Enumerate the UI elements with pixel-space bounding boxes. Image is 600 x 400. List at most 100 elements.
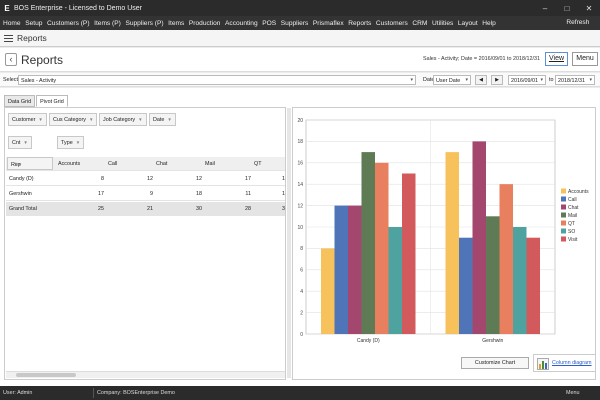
menu-item-layout[interactable]: Layout bbox=[458, 20, 478, 27]
column-header[interactable]: Mail bbox=[205, 161, 215, 167]
menu-item-accounting[interactable]: Accounting bbox=[225, 20, 258, 27]
table-cell: 1 bbox=[282, 191, 285, 197]
status-menu-button[interactable]: Menu bbox=[566, 390, 580, 396]
column-chart: 0 2 4 6 8 10 12 14 16 18 20 Candy (D) Gershwin Accoun… bbox=[297, 118, 589, 344]
chart-type-button[interactable]: Column diagram bbox=[533, 354, 596, 372]
filter-icon[interactable]: ▼ bbox=[138, 117, 142, 122]
section-bar: Reports bbox=[0, 30, 600, 47]
column-chart-icon bbox=[537, 358, 549, 370]
field-label: Type bbox=[61, 140, 73, 146]
menu-item-production[interactable]: Production bbox=[189, 20, 221, 27]
bar bbox=[459, 237, 473, 334]
report-select[interactable]: Sales - Activity ▾ bbox=[18, 75, 416, 85]
legend-label: Mail bbox=[568, 213, 577, 219]
filter-icon[interactable]: ▼ bbox=[167, 117, 171, 122]
sort-filter-icon[interactable]: ⇅▼ bbox=[14, 162, 22, 168]
menu-item-items[interactable]: Items bbox=[168, 20, 184, 27]
date-field-select[interactable]: User Date ▾ bbox=[433, 75, 471, 85]
customize-chart-button[interactable]: Customize Chart bbox=[461, 357, 529, 369]
menu-item-suppliers[interactable]: Suppliers bbox=[281, 20, 309, 27]
bar bbox=[375, 162, 389, 334]
pivot-header-row: Rep ⇅▼ Accounts Call Chat Mail QT bbox=[6, 157, 285, 171]
chevron-down-icon: ▾ bbox=[589, 77, 592, 83]
column-header[interactable]: QT bbox=[254, 161, 262, 167]
pivot-field-customer[interactable]: Customer ▼ bbox=[8, 113, 47, 126]
bar bbox=[445, 152, 459, 334]
horizontal-scrollbar[interactable] bbox=[6, 371, 285, 378]
table-cell: 25 bbox=[98, 206, 104, 212]
date-to-field[interactable]: 2018/12/31 ▾ bbox=[555, 75, 595, 85]
filter-bar: Select Sales - Activity ▾ Date User Date… bbox=[0, 73, 600, 87]
menu-item-help[interactable]: Help bbox=[482, 20, 496, 27]
table-cell: 8 bbox=[101, 176, 104, 182]
table-row[interactable]: Gershwin 17 9 18 11 1 bbox=[6, 187, 285, 201]
legend-label: Chat bbox=[568, 205, 579, 211]
menu-button[interactable]: Menu bbox=[572, 52, 598, 66]
view-button[interactable]: View bbox=[545, 52, 568, 66]
bar bbox=[486, 216, 500, 334]
column-header[interactable]: Call bbox=[108, 161, 117, 167]
table-cell: 28 bbox=[245, 206, 251, 212]
filter-icon[interactable]: ▼ bbox=[89, 117, 93, 122]
field-label: Customer bbox=[12, 117, 36, 123]
legend-label: Accounts bbox=[568, 189, 589, 195]
field-label: Job Category bbox=[103, 117, 136, 123]
back-button[interactable]: ‹ bbox=[5, 53, 17, 66]
filter-icon[interactable]: ▼ bbox=[38, 117, 42, 122]
tab-pivot-grid[interactable]: Pivot Grid bbox=[36, 95, 68, 107]
scrollbar-thumb[interactable] bbox=[16, 373, 76, 377]
chevron-down-icon: ▾ bbox=[540, 77, 543, 83]
column-header[interactable]: Chat bbox=[156, 161, 167, 167]
menu-item-pos[interactable]: POS bbox=[262, 20, 276, 27]
menu-item-utilities[interactable]: Utilities bbox=[432, 20, 453, 27]
pivot-data-field-cnt[interactable]: Cnt ▼ bbox=[8, 136, 32, 149]
table-row[interactable]: Candy (D) 8 12 12 17 1 bbox=[6, 172, 285, 186]
menu-item-items-p[interactable]: Items (P) bbox=[94, 20, 121, 27]
tab-data-grid[interactable]: Data Grid bbox=[4, 95, 36, 107]
menu-item-prismaflex[interactable]: Prismaflex bbox=[313, 20, 344, 27]
column-header[interactable]: Accounts bbox=[58, 161, 80, 167]
pivot-row-field-rep[interactable]: Rep ⇅▼ bbox=[7, 157, 53, 170]
close-icon[interactable]: ✕ bbox=[578, 4, 600, 13]
bar bbox=[472, 141, 486, 334]
hamburger-menu-icon[interactable] bbox=[4, 34, 13, 42]
menu-item-customers-p[interactable]: Customers (P) bbox=[47, 20, 90, 27]
pivot-field-date[interactable]: Date ▼ bbox=[149, 113, 176, 126]
legend-swatch bbox=[561, 236, 566, 242]
maximize-icon[interactable]: □ bbox=[556, 4, 578, 13]
bar bbox=[321, 248, 335, 334]
next-period-button[interactable]: ▶ bbox=[491, 75, 503, 85]
field-label: Cnt bbox=[12, 140, 21, 146]
refresh-button[interactable]: Refresh bbox=[566, 19, 589, 26]
table-cell: 9 bbox=[150, 191, 153, 197]
filter-icon[interactable]: ▼ bbox=[23, 140, 27, 145]
y-tick-label: 0 bbox=[300, 332, 303, 338]
menu-item-home[interactable]: Home bbox=[3, 20, 21, 27]
row-label: Gershwin bbox=[9, 191, 32, 197]
table-cell: 1 bbox=[282, 176, 285, 182]
table-cell: 18 bbox=[196, 191, 202, 197]
date-from-field[interactable]: 2016/09/01 ▾ bbox=[508, 75, 546, 85]
menu-item-suppliers-p[interactable]: Suppliers (P) bbox=[125, 20, 163, 27]
legend-swatch bbox=[561, 196, 566, 202]
menu-item-reports[interactable]: Reports bbox=[348, 20, 371, 27]
pane-splitter[interactable] bbox=[287, 108, 291, 378]
minimize-icon[interactable]: – bbox=[534, 4, 556, 13]
date-from-value: 2016/09/01 bbox=[511, 78, 538, 84]
y-tick-label: 6 bbox=[300, 268, 303, 274]
pivot-field-job-category[interactable]: Job Category ▼ bbox=[99, 113, 147, 126]
filter-icon[interactable]: ▼ bbox=[76, 140, 80, 145]
grand-total-row[interactable]: Grand Total 25 21 30 28 3 bbox=[6, 202, 285, 216]
app-logo-icon: E bbox=[4, 3, 10, 13]
chevron-down-icon: ▾ bbox=[465, 77, 468, 83]
y-tick-label: 18 bbox=[297, 139, 303, 145]
menu-item-setup[interactable]: Setup bbox=[25, 20, 42, 27]
previous-period-button[interactable]: ◀ bbox=[475, 75, 487, 85]
menu-item-customers[interactable]: Customers bbox=[376, 20, 408, 27]
main-area: Data Grid Pivot Grid Customer ▼ Cus Categ… bbox=[0, 88, 600, 386]
pivot-column-field-type[interactable]: Type ▼ bbox=[57, 136, 85, 149]
date-to-value: 2018/12/31 bbox=[558, 78, 585, 84]
pivot-field-cus-category[interactable]: Cus Category ▼ bbox=[49, 113, 98, 126]
table-cell: 11 bbox=[245, 191, 251, 197]
menu-item-crm[interactable]: CRM bbox=[412, 20, 427, 27]
